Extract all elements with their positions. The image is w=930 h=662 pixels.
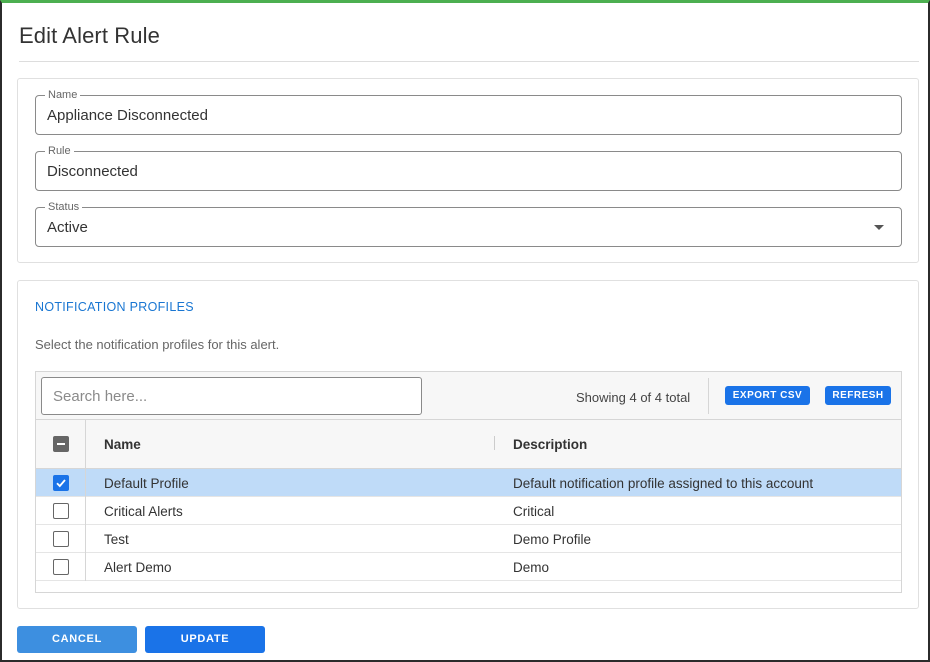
- row-checkbox[interactable]: [53, 503, 69, 519]
- profile-description-cell: Demo Profile: [513, 532, 592, 547]
- cancel-button[interactable]: CANCEL: [17, 626, 137, 653]
- profile-name-cell: Alert Demo: [104, 560, 172, 575]
- name-field-label: Name: [45, 88, 81, 102]
- row-checkbox-cell: [36, 497, 86, 525]
- status-select-value[interactable]: Active: [47, 219, 88, 236]
- notification-profiles-card: NOTIFICATION PROFILES Select the notific…: [17, 280, 919, 609]
- row-checkbox[interactable]: [53, 475, 69, 491]
- profile-name-cell: Test: [104, 532, 129, 547]
- table-row[interactable]: Default Profile Default notification pro…: [36, 469, 901, 497]
- title-divider: [19, 61, 919, 62]
- chevron-down-icon[interactable]: [874, 225, 884, 230]
- rule-field-value[interactable]: Disconnected: [47, 163, 138, 180]
- name-field-value[interactable]: Appliance Disconnected: [47, 107, 208, 124]
- toolbar-divider: [708, 378, 709, 414]
- rule-field[interactable]: Rule Disconnected: [35, 144, 902, 191]
- row-count-label: Showing 4 of 4 total: [576, 390, 691, 405]
- column-header-name[interactable]: Name: [104, 437, 141, 452]
- checkmark-icon: [56, 479, 66, 488]
- name-field[interactable]: Name Appliance Disconnected: [35, 88, 902, 135]
- table-row[interactable]: Critical Alerts Critical: [36, 497, 901, 525]
- row-checkbox-cell: [36, 553, 86, 581]
- notification-profiles-description: Select the notification profiles for thi…: [35, 337, 280, 352]
- export-csv-button[interactable]: EXPORT CSV: [725, 386, 810, 405]
- column-header-description[interactable]: Description: [513, 437, 587, 452]
- column-resize-handle[interactable]: [494, 436, 495, 450]
- profile-name-cell: Critical Alerts: [104, 504, 183, 519]
- select-all-cell: [36, 420, 86, 469]
- row-checkbox[interactable]: [53, 531, 69, 547]
- row-checkbox-cell: [36, 525, 86, 553]
- profile-description-cell: Default notification profile assigned to…: [513, 476, 814, 491]
- table-header: Name Description: [36, 420, 901, 469]
- dialog-title: Edit Alert Rule: [19, 23, 160, 48]
- notification-profiles-table: Showing 4 of 4 total EXPORT CSV REFRESH …: [35, 371, 902, 593]
- select-all-checkbox[interactable]: [53, 436, 69, 452]
- rule-field-label: Rule: [45, 144, 74, 158]
- table-row[interactable]: Alert Demo Demo: [36, 553, 901, 581]
- row-checkbox[interactable]: [53, 559, 69, 575]
- profile-description-cell: Critical: [513, 504, 555, 519]
- profile-name-cell: Default Profile: [104, 476, 189, 491]
- search-input[interactable]: [41, 377, 422, 415]
- status-select-label: Status: [45, 200, 83, 214]
- profile-description-cell: Demo: [513, 560, 550, 575]
- table-row[interactable]: Test Demo Profile: [36, 525, 901, 553]
- status-select[interactable]: Status Active: [35, 200, 902, 247]
- update-button[interactable]: UPDATE: [145, 626, 265, 653]
- table-toolbar: Showing 4 of 4 total EXPORT CSV REFRESH: [36, 372, 901, 420]
- notification-profiles-title: NOTIFICATION PROFILES: [35, 300, 194, 314]
- refresh-button[interactable]: REFRESH: [825, 386, 891, 405]
- alert-form-card: Name Appliance Disconnected Rule Disconn…: [17, 78, 919, 263]
- row-checkbox-cell: [36, 469, 86, 497]
- edit-alert-rule-dialog: Edit Alert Rule Name Appliance Disconnec…: [0, 0, 930, 662]
